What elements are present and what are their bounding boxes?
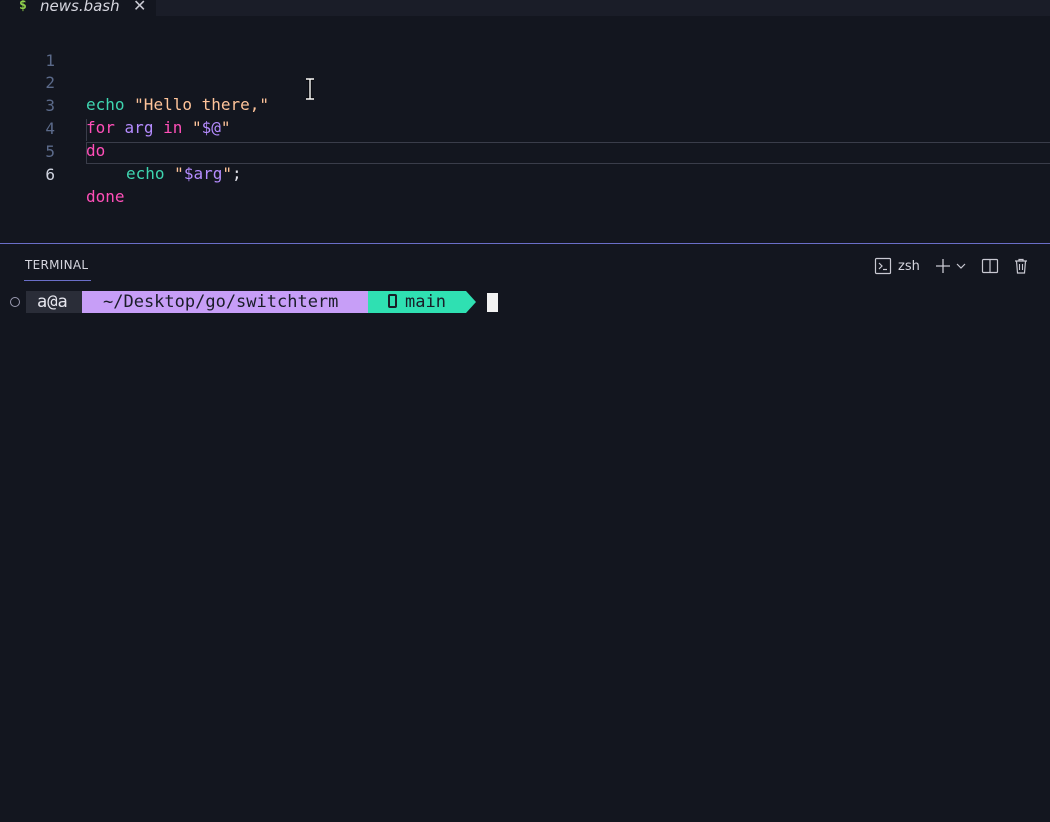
ibeam-cursor-icon bbox=[306, 78, 314, 100]
prompt-path: ~/Desktop/go/switchterm bbox=[82, 291, 368, 313]
code-line: 4 do bbox=[0, 96, 1050, 160]
command-status-icon bbox=[10, 297, 20, 307]
code-line: 2 echo "Hello there," bbox=[0, 50, 1050, 114]
trash-icon bbox=[1015, 258, 1027, 274]
terminal-cursor bbox=[487, 293, 498, 312]
token-punctuation: ; bbox=[231, 164, 242, 183]
token-string: " bbox=[222, 164, 232, 183]
split-terminal-button[interactable] bbox=[981, 256, 999, 276]
tab-terminal[interactable]: TERMINAL bbox=[25, 258, 88, 272]
terminal-icon bbox=[874, 257, 892, 275]
terminal-prompt[interactable]: a@a ~/Desktop/go/switchterm main bbox=[0, 291, 600, 313]
code-text: done bbox=[86, 186, 125, 208]
code-line: 3 for arg in "$@" bbox=[0, 73, 1050, 137]
code-text: echo "$arg"; bbox=[126, 163, 242, 185]
segment-separator bbox=[466, 291, 476, 313]
kill-terminal-button[interactable] bbox=[1012, 256, 1030, 276]
terminal-profile-button[interactable]: zsh bbox=[874, 256, 920, 276]
plus-icon bbox=[936, 259, 950, 273]
token-keyword: done bbox=[86, 187, 125, 206]
close-icon[interactable]: ✕ bbox=[133, 0, 146, 15]
prompt-branch: main bbox=[405, 292, 446, 312]
new-terminal-button[interactable] bbox=[934, 256, 952, 276]
prompt-branch-segment: main bbox=[368, 291, 466, 313]
token-variable: $arg bbox=[183, 164, 223, 183]
terminal-dropdown-button[interactable] bbox=[956, 256, 966, 276]
chevron-down-icon bbox=[956, 263, 966, 269]
tab-active-indicator bbox=[24, 280, 91, 281]
code-line: 1 bbox=[0, 28, 1050, 70]
token-builtin: echo bbox=[126, 164, 165, 183]
git-branch-icon bbox=[388, 294, 397, 308]
prompt-user: a@a bbox=[26, 291, 82, 313]
shell-name: zsh bbox=[898, 258, 920, 274]
line-number-active: 6 bbox=[45, 165, 55, 184]
terminal-panel: TERMINAL zsh a@a ~/Desktop/go/switchterm… bbox=[0, 244, 1050, 822]
panel-actions: zsh bbox=[870, 256, 1050, 276]
code-line-active: 6 done bbox=[0, 142, 1050, 206]
token-string: " bbox=[174, 164, 184, 183]
code-line: 5 echo "$arg"; bbox=[0, 119, 1050, 183]
code-editor[interactable]: 1 2 echo "Hello there," 3 for arg in "$@… bbox=[0, 16, 1050, 243]
dollar-icon: $ bbox=[19, 0, 27, 13]
split-icon bbox=[981, 258, 999, 274]
tab-news-bash[interactable]: $ news.bash ✕ bbox=[0, 0, 156, 16]
tab-filename: news.bash bbox=[40, 0, 120, 15]
editor-tab-bar: $ news.bash ✕ bbox=[0, 0, 1050, 16]
